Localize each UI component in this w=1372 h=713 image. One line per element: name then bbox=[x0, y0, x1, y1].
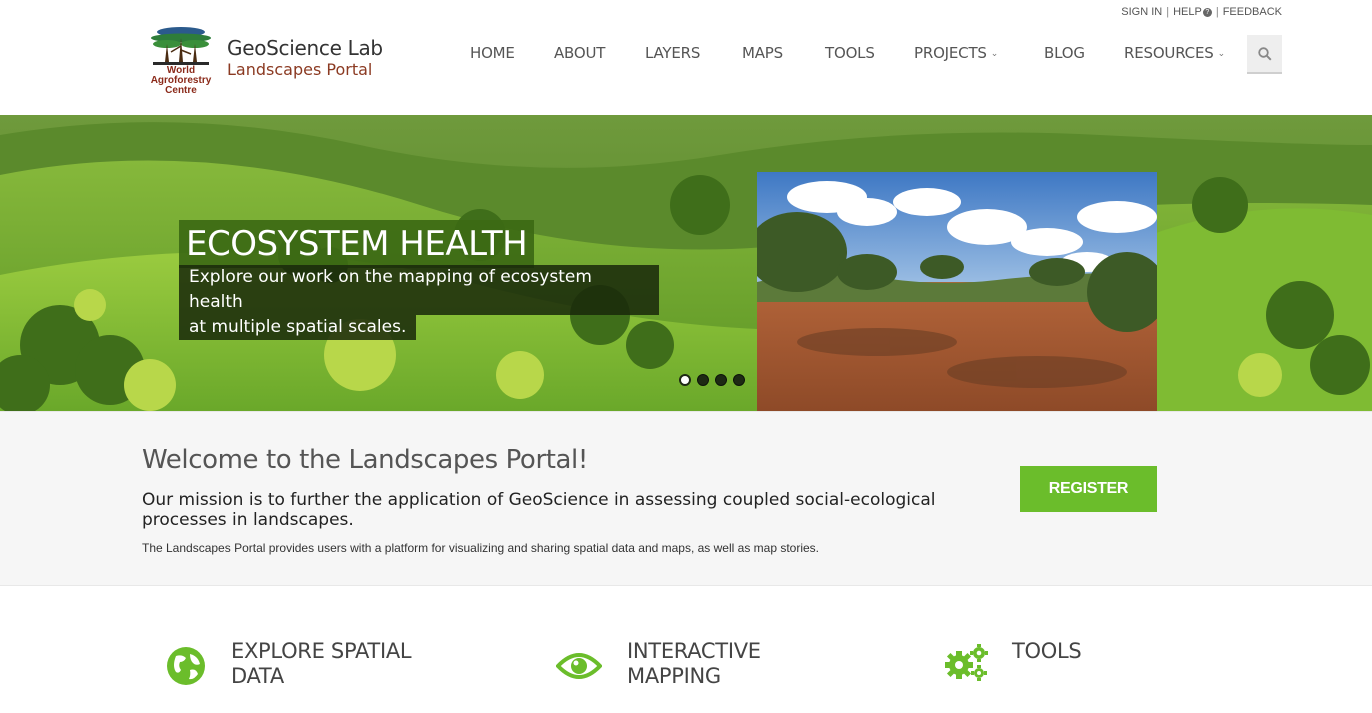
hero-savanna-photo bbox=[757, 172, 1157, 411]
portal-description: The Landscapes Portal provides users wit… bbox=[142, 541, 820, 555]
mission-statement: Our mission is to further the applicatio… bbox=[142, 490, 936, 530]
feedback-link[interactable]: FEEDBACK bbox=[1223, 6, 1282, 18]
hero-line: at multiple spatial scales. bbox=[179, 315, 417, 340]
feature-label-line: MAPPING bbox=[627, 664, 721, 688]
nav-item-tools[interactable]: TOOLS bbox=[825, 44, 875, 62]
welcome-heading: Welcome to the Landscapes Portal! bbox=[142, 445, 588, 475]
feature-label: EXPLORE SPATIAL DATA bbox=[231, 639, 412, 689]
nav-item-home[interactable]: HOME bbox=[470, 44, 515, 62]
nav-item-label: ABOUT bbox=[554, 44, 606, 62]
carousel-dot[interactable] bbox=[697, 374, 709, 386]
nav-item-projects[interactable]: PROJECTS ⌄ bbox=[914, 44, 998, 62]
search-icon bbox=[1258, 47, 1272, 61]
feature-label-line: INTERACTIVE bbox=[627, 639, 761, 663]
register-button[interactable]: REGISTER bbox=[1020, 466, 1157, 512]
hero-description: Explore our work on the mapping of ecosy… bbox=[179, 265, 659, 340]
nav-item-label: LAYERS bbox=[645, 44, 701, 62]
hero-carousel[interactable]: ECOSYSTEM HEALTH Explore our work on the… bbox=[0, 115, 1372, 411]
nav-item-maps[interactable]: MAPS bbox=[742, 44, 783, 62]
feature-label: INTERACTIVE MAPPING bbox=[627, 639, 761, 689]
site-header: SIGN IN | HELP? | FEEDBACK World Agrofor… bbox=[0, 0, 1372, 115]
gears-icon bbox=[945, 644, 988, 681]
separator: | bbox=[1215, 6, 1219, 18]
main-nav: HOME ABOUT LAYERS MAPS TOOLS PROJECTS ⌄ B… bbox=[0, 44, 1372, 64]
nav-item-label: HOME bbox=[470, 44, 515, 62]
carousel-indicators bbox=[679, 374, 745, 386]
nav-item-label: RESOURCES bbox=[1124, 44, 1214, 62]
eye-icon bbox=[556, 653, 602, 679]
separator: | bbox=[1166, 6, 1170, 18]
feature-label: TOOLS bbox=[1012, 639, 1082, 664]
chevron-down-icon: ⌄ bbox=[990, 49, 999, 59]
hero-title: ECOSYSTEM HEALTH bbox=[179, 220, 535, 268]
carousel-dot[interactable] bbox=[733, 374, 745, 386]
nav-item-label: MAPS bbox=[742, 44, 783, 62]
carousel-dot[interactable] bbox=[715, 374, 727, 386]
feature-label-line: TOOLS bbox=[1012, 639, 1082, 663]
nav-item-about[interactable]: ABOUT bbox=[554, 44, 605, 62]
utility-nav: SIGN IN | HELP? | FEEDBACK bbox=[1121, 6, 1282, 18]
nav-item-layers[interactable]: LAYERS bbox=[645, 44, 700, 62]
globe-icon bbox=[167, 647, 205, 685]
nav-item-label: BLOG bbox=[1044, 44, 1085, 62]
help-icon: ? bbox=[1202, 7, 1212, 17]
sign-in-link[interactable]: SIGN IN bbox=[1121, 6, 1162, 18]
search-button[interactable] bbox=[1247, 35, 1282, 74]
nav-item-blog[interactable]: BLOG bbox=[1044, 44, 1085, 62]
logo-caption-line: Centre bbox=[165, 85, 197, 96]
logo-caption: World Agroforestry Centre bbox=[143, 66, 219, 96]
welcome-section: Welcome to the Landscapes Portal! Our mi… bbox=[0, 411, 1372, 586]
help-label: HELP bbox=[1173, 6, 1202, 18]
help-link[interactable]: HELP? bbox=[1173, 6, 1212, 18]
nav-item-resources[interactable]: RESOURCES ⌄ bbox=[1124, 44, 1225, 62]
carousel-dot[interactable] bbox=[679, 374, 691, 386]
feature-label-line: EXPLORE SPATIAL bbox=[231, 639, 412, 663]
chevron-down-icon: ⌄ bbox=[1217, 49, 1226, 59]
nav-item-label: TOOLS bbox=[825, 44, 875, 62]
feature-label-line: DATA bbox=[231, 664, 284, 688]
hero-line: Explore our work on the mapping of ecosy… bbox=[179, 265, 659, 315]
nav-item-label: PROJECTS bbox=[914, 44, 987, 62]
